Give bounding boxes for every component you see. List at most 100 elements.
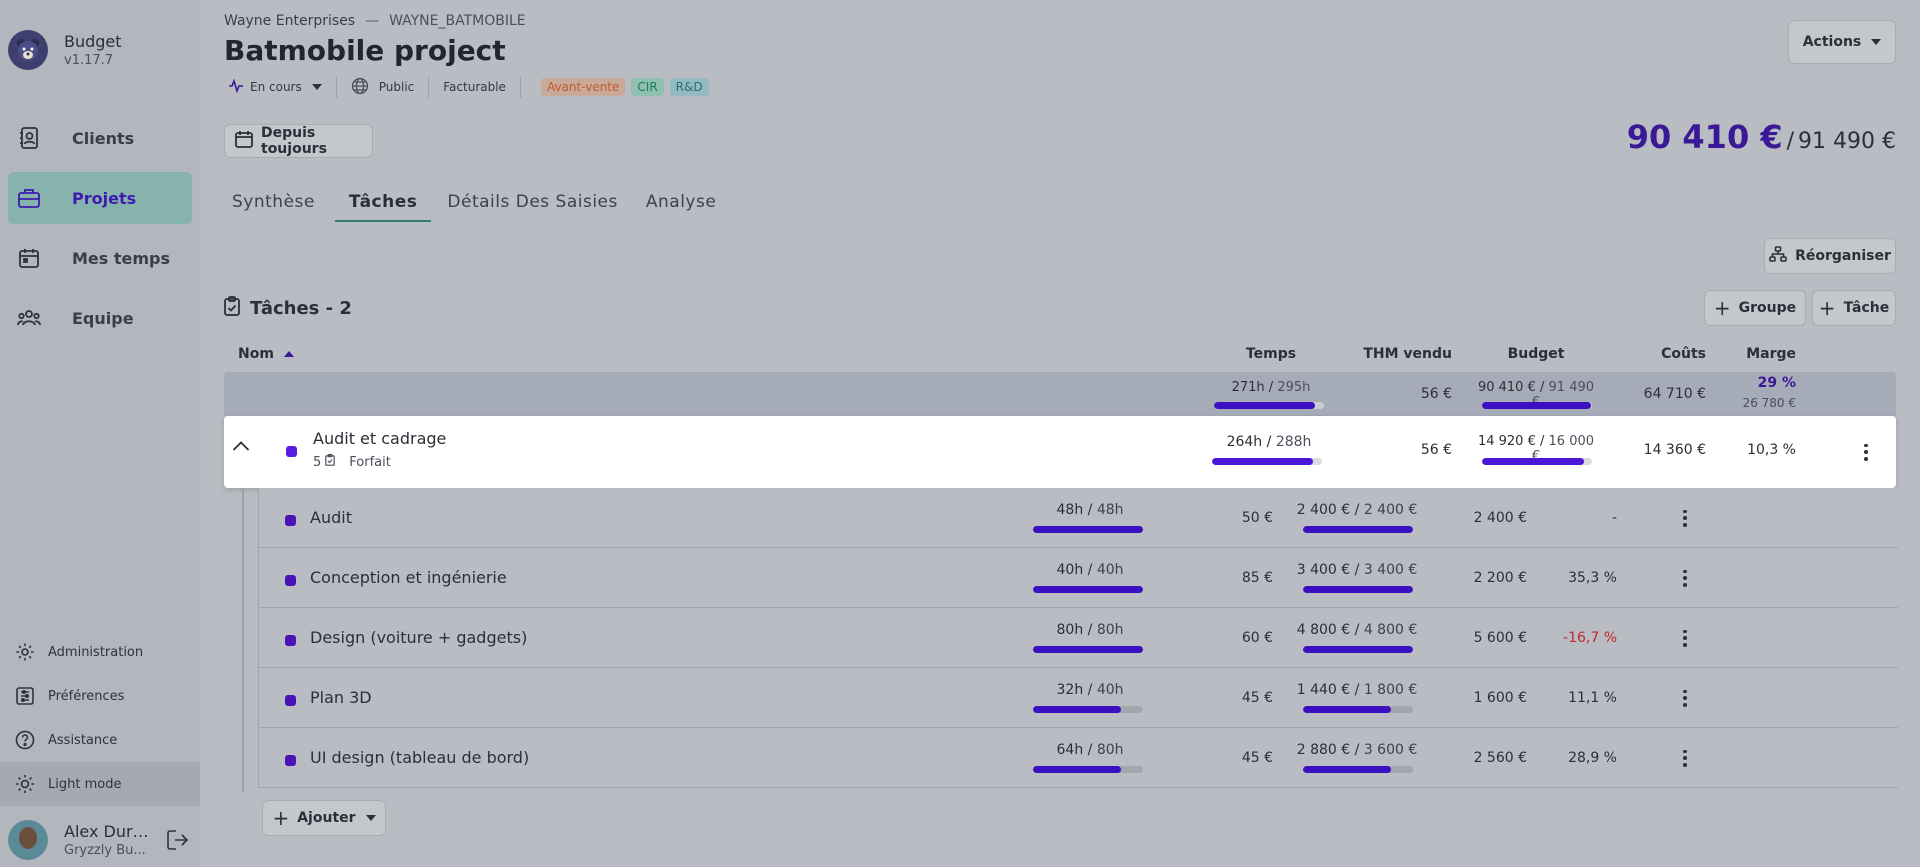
hierarchy-icon bbox=[1769, 246, 1787, 266]
column-costs-header: Coûts bbox=[1661, 346, 1706, 362]
project-meta: En cours Public Facturable Avant-vente C… bbox=[224, 76, 723, 98]
nav-item-preferences[interactable]: Préférences bbox=[0, 674, 200, 718]
breadcrumb-company[interactable]: Wayne Enterprises bbox=[224, 13, 355, 29]
column-name-header[interactable]: Nom bbox=[238, 346, 294, 362]
actions-label: Actions bbox=[1802, 34, 1862, 50]
budget-done: 4 800 € bbox=[1296, 622, 1351, 638]
tab-taches[interactable]: Tâches bbox=[334, 188, 432, 222]
actions-button[interactable]: Actions bbox=[1788, 20, 1896, 64]
plus-icon: + bbox=[272, 806, 290, 830]
nav-item-assistance[interactable]: Assistance bbox=[0, 718, 200, 762]
group-costs: 14 360 € bbox=[1643, 442, 1706, 458]
user-name: Alex Dura... bbox=[64, 821, 154, 841]
task-costs: 5 600 € bbox=[1473, 630, 1527, 646]
period-filter-button[interactable]: Depuis toujours bbox=[224, 124, 373, 158]
group-row[interactable]: Audit et cadrage 5 Forfait 264h / 288h 5… bbox=[224, 416, 1896, 488]
sun-icon bbox=[14, 773, 36, 795]
chevron-up-icon[interactable] bbox=[232, 440, 250, 456]
color-dot bbox=[286, 446, 297, 457]
more-options-icon[interactable] bbox=[1675, 688, 1695, 708]
table-row[interactable]: Plan 3D 32h / 40h 45 € 1 440 € / 1 800 €… bbox=[258, 668, 1898, 728]
nav-item-equipe[interactable]: Equipe bbox=[8, 292, 192, 344]
time-total: 295h bbox=[1277, 380, 1311, 395]
sliders-icon bbox=[14, 685, 36, 707]
tasks-title: Tâches - 2 bbox=[250, 298, 352, 319]
help-circle-icon bbox=[14, 729, 36, 751]
budget-done: 14 920 € bbox=[1477, 434, 1536, 449]
summary-time-bar bbox=[1214, 402, 1324, 409]
task-time-bar bbox=[1033, 646, 1143, 653]
project-total: 90 410 € / 91 490 € bbox=[1627, 118, 1896, 156]
color-dot bbox=[285, 575, 296, 586]
group-time: 264h / 288h bbox=[1226, 434, 1312, 450]
gear-icon bbox=[14, 641, 36, 663]
more-options-icon[interactable] bbox=[1675, 628, 1695, 648]
task-name: Audit bbox=[310, 508, 352, 527]
budget-done: 90 410 € bbox=[1477, 380, 1536, 395]
activity-icon bbox=[228, 78, 244, 96]
more-options-icon[interactable] bbox=[1675, 748, 1695, 768]
progress-fill bbox=[1033, 766, 1121, 773]
briefcase-icon bbox=[16, 185, 42, 211]
bnav-label: Assistance bbox=[48, 732, 118, 748]
task-margin: 35,3 % bbox=[1568, 570, 1617, 586]
budget-total: 1 800 € bbox=[1363, 682, 1418, 698]
budget-total: 4 800 € bbox=[1363, 622, 1418, 638]
calendar-icon bbox=[16, 245, 42, 271]
group-subinfo: 5 Forfait bbox=[313, 454, 391, 470]
time-total: 40h bbox=[1096, 562, 1124, 578]
task-budget-bar bbox=[1303, 586, 1413, 593]
group-label: Groupe bbox=[1738, 300, 1797, 316]
progress-fill bbox=[1482, 458, 1585, 465]
summary-margin-pct: 29 % bbox=[1757, 375, 1796, 391]
nav-item-projets[interactable]: Projets bbox=[8, 172, 192, 224]
task-time: 40h / 40h bbox=[1056, 562, 1124, 578]
app-version: v1.17.7 bbox=[64, 53, 114, 68]
progress-fill bbox=[1214, 402, 1316, 409]
status-dropdown[interactable]: En cours bbox=[224, 76, 337, 98]
progress-fill bbox=[1303, 766, 1391, 773]
reorganize-button[interactable]: Réorganiser bbox=[1764, 238, 1896, 274]
more-options-icon[interactable] bbox=[1675, 508, 1695, 528]
progress-fill bbox=[1033, 646, 1143, 653]
user-org: Gryzzly Bu... bbox=[64, 842, 146, 858]
task-thm: 45 € bbox=[1241, 750, 1273, 766]
task-thm: 50 € bbox=[1241, 510, 1273, 526]
user-profile[interactable]: Alex Dura... Gryzzly Bu... bbox=[0, 812, 200, 867]
table-row[interactable]: Conception et ingénierie 40h / 40h 85 € … bbox=[258, 548, 1898, 608]
summary-margin-value: 26 780 € bbox=[1742, 396, 1796, 410]
tab-details-des-saisies[interactable]: Détails Des Saisies bbox=[439, 188, 625, 222]
main-content: Wayne Enterprises — WAYNE_BATMOBILE Batmob… bbox=[200, 0, 1920, 867]
nav-item-clients[interactable]: Clients bbox=[8, 112, 192, 164]
sidebar: Budget v1.17.7 Clients Projets Mes temps bbox=[0, 0, 200, 867]
table-row[interactable]: Audit 48h / 48h 50 € 2 400 € / 2 400 € 2… bbox=[258, 488, 1898, 548]
task-costs: 2 560 € bbox=[1473, 750, 1527, 766]
task-time-bar bbox=[1033, 766, 1143, 773]
add-task-button[interactable]: + Tâche bbox=[1812, 290, 1896, 326]
add-group-button[interactable]: + Groupe bbox=[1704, 290, 1806, 326]
budget-total: 2 400 € bbox=[1363, 502, 1418, 518]
budget-total: 3 600 € bbox=[1363, 742, 1418, 758]
light-mode-toggle[interactable]: Light mode bbox=[0, 762, 200, 806]
brand[interactable]: Budget v1.17.7 bbox=[8, 30, 122, 70]
logout-icon[interactable] bbox=[166, 828, 190, 852]
page-title: Batmobile project bbox=[224, 34, 506, 67]
table-row[interactable]: Design (voiture + gadgets) 80h / 80h 60 … bbox=[258, 608, 1898, 668]
nav-item-mes-temps[interactable]: Mes temps bbox=[8, 232, 192, 284]
globe-icon bbox=[351, 77, 369, 98]
nav-item-administration[interactable]: Administration bbox=[0, 630, 200, 674]
tag-cir: CIR bbox=[631, 78, 664, 96]
period-label: Depuis toujours bbox=[261, 125, 327, 157]
progress-fill bbox=[1482, 402, 1591, 409]
calendar-icon bbox=[235, 130, 253, 152]
breadcrumb-separator: — bbox=[365, 13, 380, 29]
more-options-icon[interactable] bbox=[1675, 568, 1695, 588]
tab-synthese[interactable]: Synthèse bbox=[224, 188, 323, 222]
add-dropdown-button[interactable]: + Ajouter bbox=[262, 800, 386, 836]
summary-thm: 56 € bbox=[1420, 386, 1452, 402]
table-row[interactable]: UI design (tableau de bord) 64h / 80h 45… bbox=[258, 728, 1898, 788]
more-options-icon[interactable] bbox=[1856, 442, 1876, 462]
tab-analyse[interactable]: Analyse bbox=[638, 188, 724, 222]
task-thm: 85 € bbox=[1241, 570, 1273, 586]
breadcrumb: Wayne Enterprises — WAYNE_BATMOBILE bbox=[224, 13, 526, 29]
